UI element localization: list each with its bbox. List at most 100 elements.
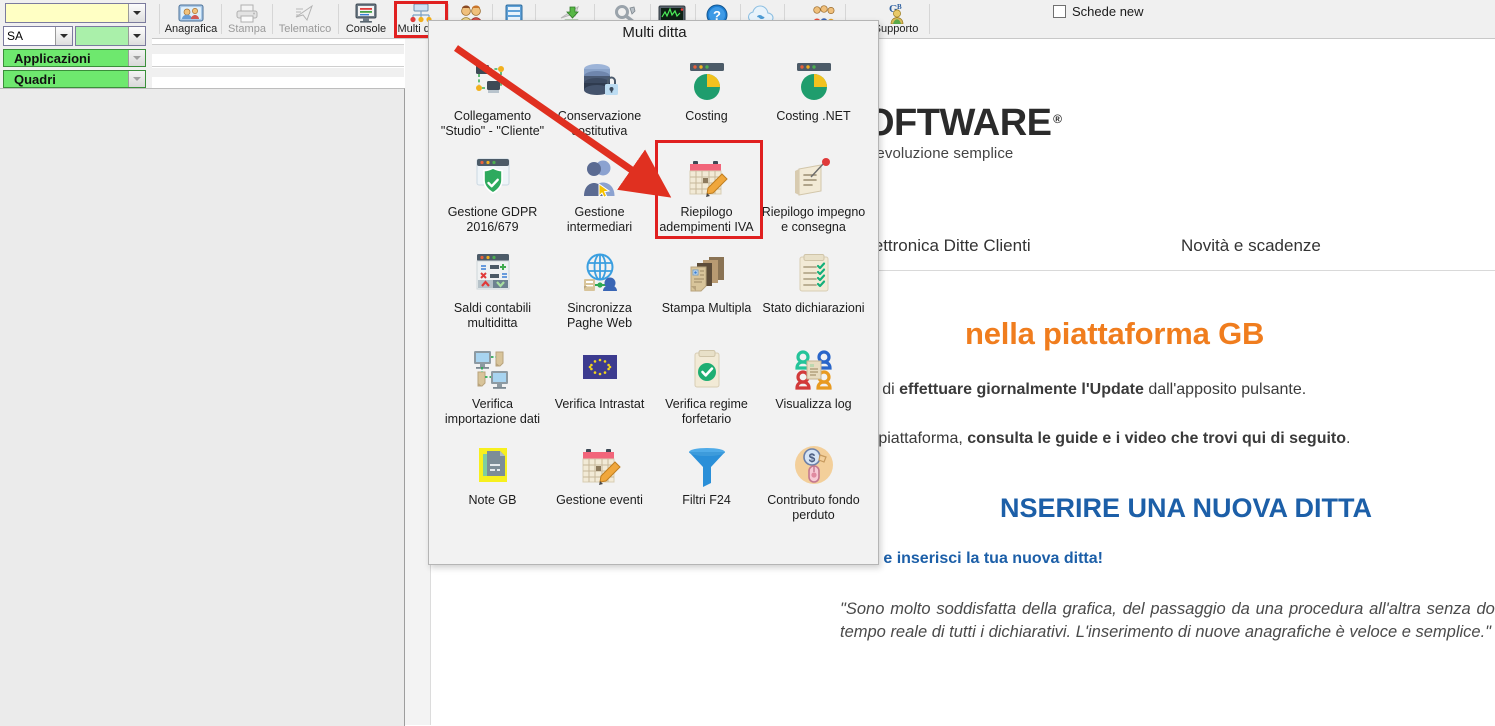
toolbar-button-stampa[interactable]: Stampa xyxy=(224,1,270,37)
funnel-icon xyxy=(683,437,731,489)
menu-item-stampa-multipla[interactable]: Stampa Multipla xyxy=(653,239,760,335)
menu-item-costing-net[interactable]: Costing .NET xyxy=(760,47,867,143)
schede-new-checkbox[interactable] xyxy=(1053,5,1066,18)
toolbar-button-anagrafica[interactable]: Anagrafica xyxy=(163,1,219,37)
quadri-label: Quadri xyxy=(4,72,128,87)
multi-ditta-panel-title: Multi ditta xyxy=(429,24,880,41)
left-selector-form: SA Applicazioni Quadri xyxy=(0,0,152,88)
menu-item-conservazione-sostitutiva[interactable]: Conservazione sostitutiva xyxy=(546,47,653,143)
gb-support-icon: G B xyxy=(881,2,911,23)
paragraph-update-bold: effettuare giornalmente l'Update xyxy=(899,381,1144,398)
paragraph-guide-bold: consulta le guide e i video che trovi qu… xyxy=(967,430,1346,447)
shield-browser-icon xyxy=(469,149,517,201)
menu-label: Gestione eventi xyxy=(548,493,652,508)
nodes-link-icon xyxy=(469,53,517,105)
toolbar-strip-filler xyxy=(152,45,404,54)
paragraph-update-suffix: dall'apposito pulsante. xyxy=(1144,381,1306,398)
people-cursor-icon xyxy=(576,149,624,201)
menu-item-contributo-fondo-perduto[interactable]: $ Contributo fondo perduto xyxy=(760,431,867,527)
toolbar-button-console[interactable]: Console xyxy=(340,1,392,37)
multi-ditta-items-grid: Collegamento "Studio" - "Cliente" xyxy=(439,47,869,527)
contacts-card-icon xyxy=(178,2,204,23)
year-select[interactable] xyxy=(75,26,146,46)
nav-divider xyxy=(835,270,1495,271)
toolbar-label-console: Console xyxy=(346,23,386,35)
paragraph-guide-prefix: a piattaforma, xyxy=(865,430,967,447)
menu-label: Verifica regime forfetario xyxy=(655,397,759,426)
toolbar-label-telematico: Telematico xyxy=(279,23,332,35)
menu-item-verifica-importazione-dati[interactable]: Verifica importazione dati xyxy=(439,335,546,431)
toolbar-label-supporto: Supporto xyxy=(874,23,919,35)
chevron-down-icon[interactable] xyxy=(55,27,72,45)
toolbar-button-telematico[interactable]: Telematico xyxy=(274,1,336,37)
menu-label: Filtri F24 xyxy=(655,493,759,508)
pie-chart-window-icon xyxy=(790,53,838,105)
menu-label: Verifica importazione dati xyxy=(441,397,545,426)
multi-ditta-dropdown-panel: Multi ditta Collegamento "Studio" - "Cli… xyxy=(428,20,879,565)
two-monitors-transfer-icon xyxy=(469,341,517,393)
menu-item-gestione-gdpr[interactable]: Gestione GDPR 2016/679 xyxy=(439,143,546,239)
nav-item-novita[interactable]: Novità e scadenze xyxy=(1181,236,1321,256)
testimonial-quote: "Sono molto soddisfatta della grafica, d… xyxy=(840,598,1495,644)
chevron-down-icon[interactable] xyxy=(128,27,145,45)
paragraph-guide: a piattaforma, consulta le guide e i vid… xyxy=(865,430,1350,448)
calculator-window-icon xyxy=(469,245,517,297)
console-monitor-icon xyxy=(354,2,378,23)
menu-item-verifica-regime-forfetario[interactable]: Verifica regime forfetario xyxy=(653,335,760,431)
calendar-pencil-icon xyxy=(576,437,624,489)
menu-item-collegamento-studio-cliente[interactable]: Collegamento "Studio" - "Cliente" xyxy=(439,47,546,143)
stacked-documents-icon xyxy=(683,245,731,297)
paragraph-guide-suffix: . xyxy=(1346,430,1350,447)
menu-item-stato-dichiarazioni[interactable]: Stato dichiarazioni xyxy=(760,239,867,335)
applicazioni-bar[interactable]: Applicazioni xyxy=(3,49,146,67)
menu-item-visualizza-log[interactable]: Visualizza log xyxy=(760,335,867,431)
menu-label: Costing xyxy=(655,109,759,124)
note-pin-icon xyxy=(790,149,838,201)
menu-label: Sincronizza Paghe Web xyxy=(548,301,652,330)
chevron-down-icon[interactable] xyxy=(128,50,145,66)
menu-item-gestione-eventi[interactable]: Gestione eventi xyxy=(546,431,653,527)
menu-item-costing[interactable]: Costing xyxy=(653,47,760,143)
clipboard-check-icon xyxy=(790,245,838,297)
menu-item-verifica-intrastat[interactable]: Verifica Intrastat xyxy=(546,335,653,431)
menu-item-riepilogo-adempimenti-iva[interactable]: Riepilogo adempimenti IVA xyxy=(653,143,760,239)
menu-item-note-gb[interactable]: Note GB xyxy=(439,431,546,527)
logo-tagline: L'evoluzione semplice xyxy=(865,145,1051,162)
telematic-send-icon xyxy=(293,2,317,23)
divider xyxy=(152,66,404,67)
toolbar-strip-filler xyxy=(152,68,404,77)
menu-label: Gestione GDPR 2016/679 xyxy=(441,205,545,234)
menu-item-filtri-f24[interactable]: Filtri F24 xyxy=(653,431,760,527)
users-document-icon xyxy=(790,341,838,393)
menu-label: Costing .NET xyxy=(762,109,866,124)
schede-new-checkbox-row[interactable]: Schede new xyxy=(1053,4,1144,19)
chevron-down-icon[interactable] xyxy=(128,4,145,22)
calendar-pencil-icon xyxy=(683,149,731,201)
printer-icon xyxy=(235,2,259,23)
menu-label: Stampa Multipla xyxy=(655,301,759,316)
toolbar-divider xyxy=(338,4,339,34)
svg-text:$: $ xyxy=(808,451,815,465)
divider xyxy=(152,44,404,45)
eu-flag-icon xyxy=(576,341,624,393)
toolbar-divider xyxy=(929,4,930,34)
money-mouse-icon: $ xyxy=(790,437,838,489)
menu-label: Saldi contabili multiditta xyxy=(441,301,545,330)
pie-chart-window-icon xyxy=(683,53,731,105)
company-select[interactable] xyxy=(5,3,146,23)
orange-heading: nella piattaforma GB xyxy=(965,316,1264,352)
applicazioni-label: Applicazioni xyxy=(4,51,128,66)
menu-item-riepilogo-impegno-consegna[interactable]: Riepilogo impegno e consegna xyxy=(760,143,867,239)
module-select[interactable]: SA xyxy=(3,26,73,46)
left-content-panel xyxy=(0,88,405,726)
yellow-note-document-icon xyxy=(469,437,517,489)
menu-item-saldi-contabili-multiditta[interactable]: Saldi contabili multiditta xyxy=(439,239,546,335)
menu-label: Collegamento "Studio" - "Cliente" xyxy=(441,109,545,138)
menu-label: Contributo fondo perduto xyxy=(762,493,866,522)
menu-label: Note GB xyxy=(441,493,545,508)
gb-software-logo: OFTWARE ® L'evoluzione semplice xyxy=(865,103,1051,162)
quadri-bar[interactable]: Quadri xyxy=(3,70,146,88)
chevron-down-icon[interactable] xyxy=(128,71,145,87)
menu-item-sincronizza-paghe-web[interactable]: Sincronizza Paghe Web xyxy=(546,239,653,335)
menu-item-gestione-intermediari[interactable]: Gestione intermediari xyxy=(546,143,653,239)
